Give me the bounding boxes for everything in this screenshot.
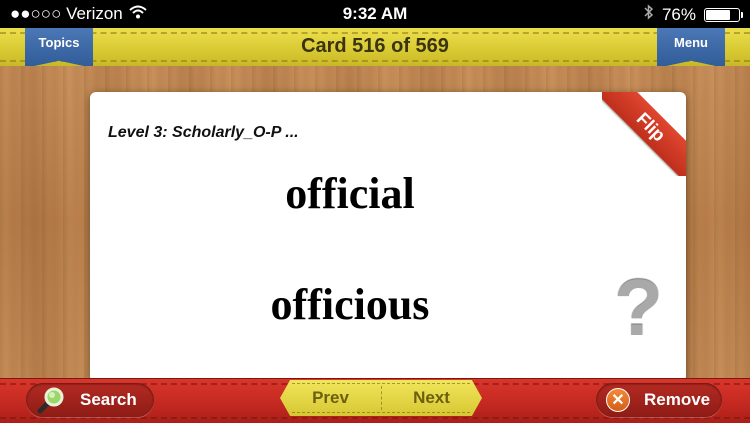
- bottom-stitch: [0, 60, 750, 62]
- prev-button[interactable]: Prev: [280, 380, 381, 416]
- top-stitch: [0, 32, 750, 34]
- flip-label: Flip: [602, 92, 686, 176]
- battery-icon: [704, 7, 743, 22]
- bluetooth-icon: [644, 4, 654, 25]
- top-bar: Card 516 of 569: [0, 28, 750, 67]
- card-level-label: Level 3: Scholarly_O-P ...: [108, 124, 299, 141]
- question-mark-icon: ?: [614, 263, 663, 352]
- prev-next-nav: Prev Next: [280, 380, 482, 416]
- battery-fill: [706, 9, 730, 20]
- status-time: 9:32 AM: [342, 4, 408, 23]
- search-label: Search: [80, 390, 137, 409]
- search-icon: [36, 385, 66, 415]
- search-button[interactable]: Search: [26, 383, 154, 417]
- flip-button[interactable]: Flip: [602, 92, 686, 176]
- card-counter: Card 516 of 569: [301, 35, 449, 57]
- next-button[interactable]: Next: [381, 380, 482, 416]
- remove-button[interactable]: ✕ Remove: [596, 383, 722, 417]
- remove-label: Remove: [644, 390, 711, 409]
- card-word-secondary: officious: [270, 280, 430, 329]
- status-right: 76%: [644, 4, 743, 25]
- flashcard[interactable]: Level 3: Scholarly_O-P ... official offi…: [90, 92, 686, 382]
- bottom-bar-stitch-bottom: [0, 417, 750, 419]
- card-word-primary: official: [285, 169, 415, 218]
- battery-percent: 76%: [661, 4, 696, 24]
- remove-icon: ✕: [606, 388, 630, 412]
- status-bar: ●●○○○ Verizon 9:32 AM 76%: [0, 0, 750, 28]
